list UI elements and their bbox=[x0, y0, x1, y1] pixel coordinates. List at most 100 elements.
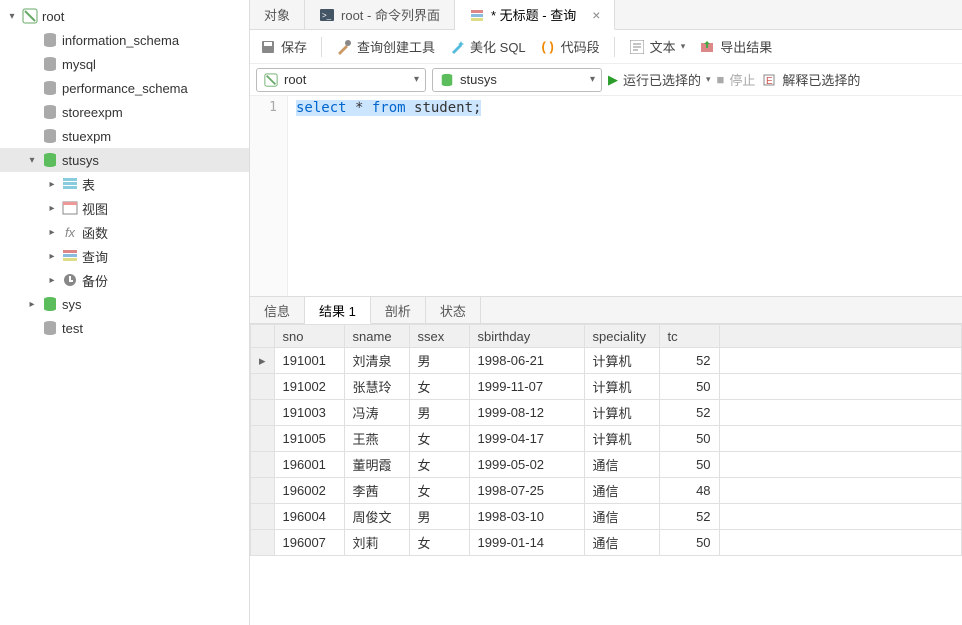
table-row[interactable]: 191003冯涛男1999-08-12计算机52 bbox=[251, 400, 962, 426]
column-header-tc[interactable]: tc bbox=[659, 325, 719, 348]
cell-tc[interactable]: 50 bbox=[659, 374, 719, 400]
beautify-button[interactable]: 美化 SQL bbox=[449, 37, 526, 56]
tab-profile[interactable]: 剖析 bbox=[371, 297, 426, 323]
cell-ssex[interactable]: 男 bbox=[409, 400, 469, 426]
cell-tc[interactable]: 52 bbox=[659, 400, 719, 426]
cell-speciality[interactable]: 计算机 bbox=[584, 348, 659, 374]
cell-speciality[interactable]: 通信 bbox=[584, 478, 659, 504]
table-row[interactable]: ▸191001刘清泉男1998-06-21计算机52 bbox=[251, 348, 962, 374]
cell-ssex[interactable]: 女 bbox=[409, 530, 469, 556]
cell-sname[interactable]: 刘清泉 bbox=[344, 348, 409, 374]
db-value: stusys bbox=[460, 72, 497, 87]
query-builder-button[interactable]: 查询创建工具 bbox=[336, 37, 435, 56]
tree-db-sys[interactable]: ▸ sys bbox=[0, 292, 249, 316]
tree-root[interactable]: ▾ root bbox=[0, 4, 249, 28]
cell-sno[interactable]: 196004 bbox=[274, 504, 344, 530]
column-header-speciality[interactable]: speciality bbox=[584, 325, 659, 348]
cell-sname[interactable]: 刘莉 bbox=[344, 530, 409, 556]
snippet-button[interactable]: ( ) 代码段 bbox=[540, 37, 600, 56]
result-grid[interactable]: snosnamessexsbirthdayspecialitytc ▸19100… bbox=[250, 324, 962, 625]
tab-status[interactable]: 状态 bbox=[426, 297, 481, 323]
cell-sbirthday[interactable]: 1998-03-10 bbox=[469, 504, 584, 530]
cell-sname[interactable]: 冯涛 bbox=[344, 400, 409, 426]
cell-sno[interactable]: 196007 bbox=[274, 530, 344, 556]
cell-sno[interactable]: 196001 bbox=[274, 452, 344, 478]
tree-db-item[interactable]: performance_schema bbox=[0, 76, 249, 100]
cell-speciality[interactable]: 通信 bbox=[584, 504, 659, 530]
cell-speciality[interactable]: 计算机 bbox=[584, 426, 659, 452]
tree-db-test[interactable]: test bbox=[0, 316, 249, 340]
column-header-sno[interactable]: sno bbox=[274, 325, 344, 348]
tree-db-item[interactable]: mysql bbox=[0, 52, 249, 76]
cell-sno[interactable]: 191001 bbox=[274, 348, 344, 374]
tree-db-stusys[interactable]: ▾stusys bbox=[0, 148, 249, 172]
sql-editor[interactable]: 1 select * from student; bbox=[250, 96, 962, 296]
column-header-sbirthday[interactable]: sbirthday bbox=[469, 325, 584, 348]
tree-sub-item[interactable]: ▸视图 bbox=[0, 196, 249, 220]
cell-sno[interactable]: 196002 bbox=[274, 478, 344, 504]
tree-db-item[interactable]: information_schema bbox=[0, 28, 249, 52]
cell-sno[interactable]: 191005 bbox=[274, 426, 344, 452]
cell-tc[interactable]: 50 bbox=[659, 530, 719, 556]
cell-sbirthday[interactable]: 1998-07-25 bbox=[469, 478, 584, 504]
cell-tc[interactable]: 50 bbox=[659, 426, 719, 452]
cell-sname[interactable]: 周俊文 bbox=[344, 504, 409, 530]
text-button[interactable]: 文本 ▾ bbox=[629, 37, 686, 56]
cell-sno[interactable]: 191003 bbox=[274, 400, 344, 426]
cell-ssex[interactable]: 男 bbox=[409, 504, 469, 530]
cell-ssex[interactable]: 女 bbox=[409, 478, 469, 504]
table-row[interactable]: 196001董明霞女1999-05-02通信50 bbox=[251, 452, 962, 478]
cell-ssex[interactable]: 女 bbox=[409, 374, 469, 400]
cell-sbirthday[interactable]: 1999-01-14 bbox=[469, 530, 584, 556]
tree-db-item[interactable]: storeexpm bbox=[0, 100, 249, 124]
cell-sbirthday[interactable]: 1999-04-17 bbox=[469, 426, 584, 452]
tab-result1[interactable]: 结果 1 bbox=[305, 297, 371, 324]
cell-sbirthday[interactable]: 1999-11-07 bbox=[469, 374, 584, 400]
cell-tc[interactable]: 50 bbox=[659, 452, 719, 478]
cell-speciality[interactable]: 通信 bbox=[584, 452, 659, 478]
explain-button[interactable]: E 解释已选择的 bbox=[761, 70, 860, 89]
cell-sno[interactable]: 191002 bbox=[274, 374, 344, 400]
tab-info[interactable]: 信息 bbox=[250, 297, 305, 323]
tab-objects[interactable]: 对象 bbox=[250, 0, 305, 29]
tab-cli[interactable]: >_ root - 命令列界面 bbox=[305, 0, 455, 29]
tree-sub-item[interactable]: ▸表 bbox=[0, 172, 249, 196]
table-row[interactable]: 196002李茜女1998-07-25通信48 bbox=[251, 478, 962, 504]
cell-sname[interactable]: 王燕 bbox=[344, 426, 409, 452]
cell-ssex[interactable]: 男 bbox=[409, 348, 469, 374]
table-row[interactable]: 191002张慧玲女1999-11-07计算机50 bbox=[251, 374, 962, 400]
explain-label: 解释已选择的 bbox=[782, 70, 860, 89]
column-header-sname[interactable]: sname bbox=[344, 325, 409, 348]
cell-tc[interactable]: 52 bbox=[659, 504, 719, 530]
line-gutter: 1 bbox=[250, 96, 288, 296]
cell-sname[interactable]: 张慧玲 bbox=[344, 374, 409, 400]
table-row[interactable]: 196004周俊文男1998-03-10通信52 bbox=[251, 504, 962, 530]
connection-dropdown[interactable]: root ▾ bbox=[256, 68, 426, 92]
cell-speciality[interactable]: 通信 bbox=[584, 530, 659, 556]
tab-query[interactable]: * 无标题 - 查询 × bbox=[455, 0, 615, 30]
cell-sbirthday[interactable]: 1998-06-21 bbox=[469, 348, 584, 374]
export-button[interactable]: 导出结果 bbox=[699, 37, 772, 56]
cell-tc[interactable]: 48 bbox=[659, 478, 719, 504]
tree-sub-item[interactable]: ▸查询 bbox=[0, 244, 249, 268]
cell-sbirthday[interactable]: 1999-05-02 bbox=[469, 452, 584, 478]
save-button[interactable]: 保存 bbox=[260, 37, 307, 56]
table-row[interactable]: 191005王燕女1999-04-17计算机50 bbox=[251, 426, 962, 452]
column-header-ssex[interactable]: ssex bbox=[409, 325, 469, 348]
cell-sbirthday[interactable]: 1999-08-12 bbox=[469, 400, 584, 426]
table-row[interactable]: 196007刘莉女1999-01-14通信50 bbox=[251, 530, 962, 556]
tree-sub-item[interactable]: ▸备份 bbox=[0, 268, 249, 292]
cell-ssex[interactable]: 女 bbox=[409, 426, 469, 452]
close-icon[interactable]: × bbox=[592, 7, 600, 23]
cell-tc[interactable]: 52 bbox=[659, 348, 719, 374]
cell-sname[interactable]: 李茜 bbox=[344, 478, 409, 504]
cell-speciality[interactable]: 计算机 bbox=[584, 374, 659, 400]
tree-db-item[interactable]: stuexpm bbox=[0, 124, 249, 148]
cell-ssex[interactable]: 女 bbox=[409, 452, 469, 478]
code-area[interactable]: select * from student; bbox=[288, 96, 962, 296]
cell-sname[interactable]: 董明霞 bbox=[344, 452, 409, 478]
run-button[interactable]: ▶ 运行已选择的 ▾ bbox=[608, 70, 711, 89]
database-dropdown[interactable]: stusys ▾ bbox=[432, 68, 602, 92]
tree-sub-item[interactable]: ▸fx函数 bbox=[0, 220, 249, 244]
cell-speciality[interactable]: 计算机 bbox=[584, 400, 659, 426]
